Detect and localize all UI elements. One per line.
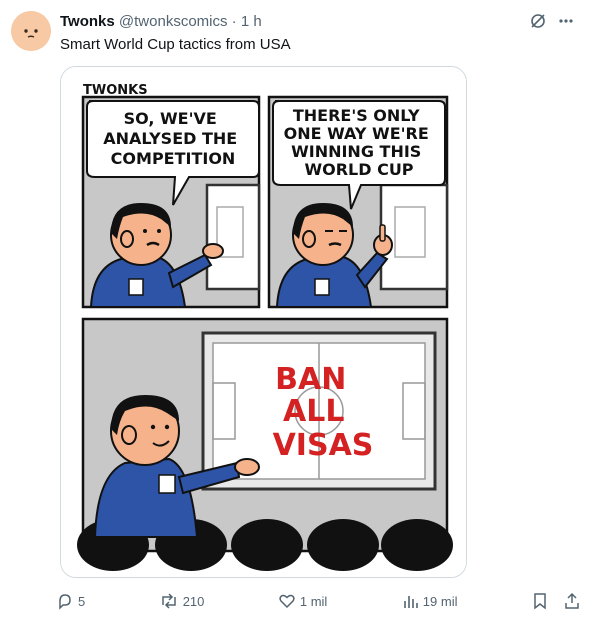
more-icon[interactable] [557,12,575,30]
panel2-line-2: ONE WAY WE'RE [284,124,429,143]
board-line-1: BAN [275,362,346,397]
separator: · [231,13,237,30]
reply-button[interactable]: 5 [56,592,85,610]
board-line-3: VISAS [273,428,374,463]
tweet-image[interactable]: TWONKS SO, WE'VE ANALYSED THE COMPETITIO… [60,66,467,578]
views-button[interactable]: 19 mil [401,592,458,610]
panel1-line-1: SO, WE'VE [124,109,217,128]
board-line-2: ALL [283,394,344,429]
reply-count: 5 [78,593,86,609]
repost-button[interactable]: 210 [159,592,205,610]
panel1-line-2: ANALYSED THE [103,129,237,148]
repost-icon [159,592,179,610]
author-name[interactable]: Twonks [60,13,115,30]
panel2-line-3: WINNING THIS [291,142,421,161]
tweet-actions: 5 210 1 mil 19 mil [56,590,581,612]
timestamp[interactable]: 1 h [241,13,262,30]
tweet-header: Twonks @twonkscomics · 1 h [60,12,577,31]
reply-icon [56,592,74,610]
svg-text:SO, WE'VE ANALYSED THE: SO, WE'VE ANALYSED THE COMPETITION [103,109,243,168]
grok-icon[interactable] [529,12,547,30]
tweet-top-actions [529,12,575,30]
panel1-line-3: COMPETITION [111,149,236,168]
right-actions [531,592,581,610]
share-icon[interactable] [563,592,581,610]
repost-count: 210 [182,593,205,609]
tweet-text: Smart World Cup tactics from USA [60,36,291,53]
bookmark-icon[interactable] [531,592,549,610]
views-icon [401,592,419,610]
comic-panel-3 [77,317,453,571]
avatar[interactable] [11,11,51,51]
like-count: 1 mil [299,593,328,609]
views-count: 19 mil [422,593,458,609]
like-button[interactable]: 1 mil [278,592,327,610]
comic-image: TWONKS SO, WE'VE ANALYSED THE COMPETITIO… [61,67,466,577]
author-handle[interactable]: @twonkscomics [119,13,228,30]
avatar-face-icon [11,11,51,51]
svg-text:THERE'S ONLY ONE WAY WE': THERE'S ONLY ONE WAY WE'RE WINNING THIS … [284,106,435,179]
panel2-line-4: WORLD CUP [304,160,413,179]
panel2-line-1: THERE'S ONLY [293,106,420,125]
like-icon [278,592,296,610]
